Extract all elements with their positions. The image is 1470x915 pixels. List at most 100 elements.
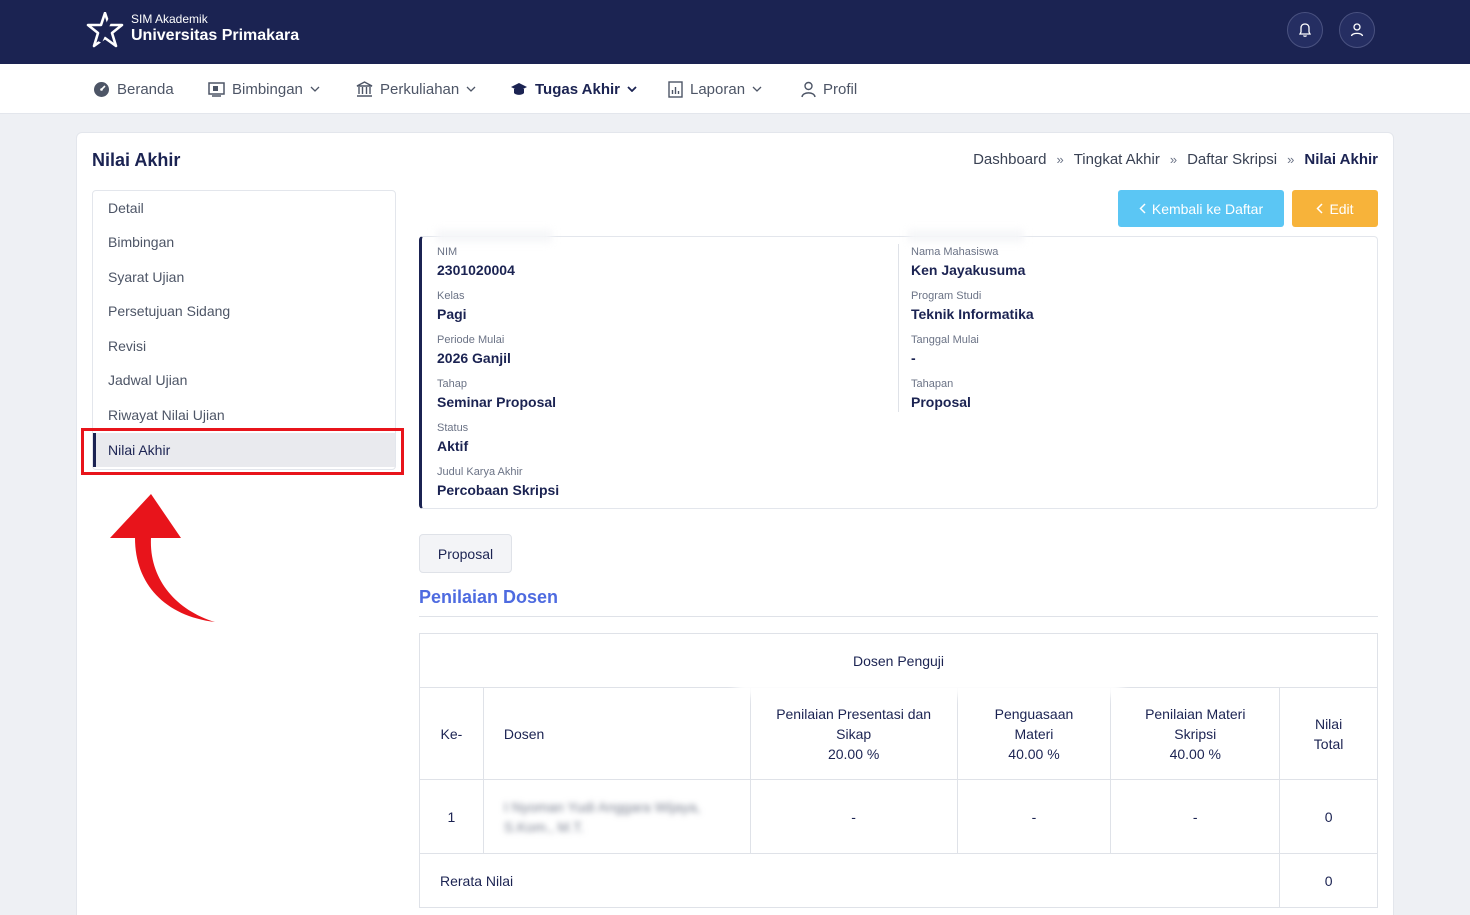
edit-button[interactable]: Edit [1292, 190, 1378, 227]
nav-label: Profil [823, 80, 858, 98]
periode-mulai-label: Periode Mulai [437, 334, 505, 346]
nama-mahasiswa-label: Nama Mahasiswa [911, 246, 999, 258]
breadcrumb-separator: » [1287, 152, 1295, 167]
user-icon [1350, 23, 1364, 37]
tab-proposal[interactable]: Proposal [419, 534, 512, 573]
table-footer-row: Rerata Nilai 0 [418, 853, 1378, 908]
periode-mulai-value: 2026 Ganjil [437, 350, 511, 366]
col-dosen: Dosen [482, 687, 751, 780]
tahapan-label: Tahapan [911, 378, 954, 390]
nav-profil[interactable]: Profil [801, 64, 857, 114]
grades-table: Dosen Penguji Ke- Dosen Penilaian Presen… [418, 633, 1378, 908]
edit-button-label: Edit [1329, 200, 1354, 217]
graduation-cap-icon [511, 82, 527, 95]
table-header-row: Ke- Dosen Penilaian Presentasi dan Sikap… [419, 687, 1378, 780]
cell-ke: 1 [419, 779, 484, 854]
annotation-highlight-box [81, 428, 404, 475]
blur-region [908, 230, 1024, 242]
blur-region [736, 680, 1122, 696]
bell-icon [1298, 23, 1312, 37]
tahap-label: Tahap [437, 378, 467, 390]
nav-beranda[interactable]: Beranda [93, 64, 174, 114]
cell-presentasi: - [749, 779, 958, 854]
annotation-arrow-icon [110, 494, 215, 622]
side-item-syarat-ujian[interactable]: Syarat Ujian [93, 260, 395, 294]
col-total: Nilai Total [1279, 687, 1378, 780]
col-materi-weight: 40.00 % [1169, 745, 1221, 762]
nav-laporan[interactable]: Laporan [668, 64, 762, 114]
nim-label: NIM [437, 246, 458, 258]
chevron-left-icon [1139, 203, 1146, 214]
nav-label: Bimbingan [232, 80, 303, 98]
nama-mahasiswa-value: Ken Jayakusuma [911, 262, 1026, 278]
col-presentasi-weight: 20.00 % [827, 745, 880, 762]
status-label: Status [437, 422, 469, 434]
nav-label: Tugas Akhir [535, 80, 621, 98]
chevron-down-icon [466, 86, 476, 92]
rerata-label: Rerata Nilai [418, 853, 1281, 908]
col-materi-title: Penilaian Materi Skripsi [1145, 705, 1246, 742]
nav-label: Perkuliahan [380, 80, 460, 98]
cell-total: 0 [1279, 779, 1378, 854]
back-to-list-button[interactable]: Kembali ke Daftar [1118, 190, 1284, 227]
brand-subtitle: SIM Akademik [131, 12, 208, 26]
nav-label: Beranda [117, 80, 174, 98]
col-presentasi-title: Penilaian Presentasi dan Sikap [776, 705, 932, 742]
breadcrumb-separator: » [1056, 152, 1064, 167]
program-studi-label: Program Studi [911, 290, 982, 302]
breadcrumb-daftar-skripsi[interactable]: Daftar Skripsi [1187, 151, 1277, 168]
nav-bimbingan[interactable]: Bimbingan [208, 64, 320, 114]
section-divider [419, 616, 1378, 617]
back-button-label: Kembali ke Daftar [1151, 200, 1264, 217]
cell-materi: - [1110, 779, 1281, 854]
building-icon [356, 81, 373, 97]
rerata-value: 0 [1279, 853, 1378, 908]
page-title: Nilai Akhir [92, 150, 181, 170]
breadcrumb-dashboard[interactable]: Dashboard [973, 151, 1046, 168]
tanggal-mulai-label: Tanggal Mulai [911, 334, 979, 346]
side-item-riwayat-nilai-ujian[interactable]: Riwayat Nilai Ujian [93, 398, 395, 432]
kelas-value: Pagi [437, 306, 467, 322]
side-item-jadwal-ujian[interactable]: Jadwal Ujian [93, 363, 395, 397]
col-penguasaan: Penguasaan Materi 40.00 % [956, 687, 1112, 780]
kelas-label: Kelas [437, 290, 465, 302]
side-item-detail[interactable]: Detail [93, 191, 395, 225]
chevron-left-icon [1316, 203, 1323, 214]
board-icon [208, 81, 225, 97]
breadcrumb-separator: » [1169, 152, 1178, 167]
tahapan-value: Proposal [911, 394, 971, 410]
dosen-name-blurred: I Nyoman Yudi Anggara Wijaya, S.Kom., M.… [503, 798, 701, 835]
info-divider [898, 244, 899, 412]
main-nav: Beranda Bimbingan Perkuliahan Tugas Akhi… [0, 64, 1470, 114]
section-title: Penilaian Dosen [419, 587, 559, 607]
nim-value: 2301020004 [437, 262, 515, 278]
chevron-down-icon [310, 86, 320, 92]
nav-tugas-akhir[interactable]: Tugas Akhir [510, 64, 637, 114]
chevron-down-icon [752, 86, 762, 92]
table-row: 1 I Nyoman Yudi Anggara Wijaya, S.Kom., … [419, 779, 1378, 854]
breadcrumb-tingkat-akhir[interactable]: Tingkat Akhir [1074, 151, 1160, 168]
cell-dosen: I Nyoman Yudi Anggara Wijaya, S.Kom., M.… [482, 779, 751, 854]
col-total-title: Nilai Total [1313, 715, 1344, 752]
user-menu-button[interactable] [1339, 12, 1375, 48]
col-presentasi: Penilaian Presentasi dan Sikap 20.00 % [749, 687, 958, 780]
brand-name: Universitas Primakara [131, 27, 300, 44]
dashboard-icon [94, 81, 109, 97]
cell-penguasaan: - [956, 779, 1112, 854]
nav-perkuliahan[interactable]: Perkuliahan [356, 64, 476, 114]
breadcrumb: Dashboard » Tingkat Akhir » Daftar Skrip… [973, 151, 1378, 168]
breadcrumb-current: Nilai Akhir [1304, 151, 1378, 168]
col-materi: Penilaian Materi Skripsi 40.00 % [1110, 687, 1281, 780]
status-value: Aktif [437, 438, 469, 454]
top-header: SIM Akademik Universitas Primakara [0, 0, 1470, 64]
tanggal-mulai-value: - [911, 350, 916, 366]
side-item-revisi[interactable]: Revisi [93, 329, 395, 363]
blur-region [436, 230, 552, 242]
side-item-persetujuan-sidang[interactable]: Persetujuan Sidang [93, 294, 395, 328]
judul-label: Judul Karya Akhir [437, 466, 523, 478]
side-item-bimbingan[interactable]: Bimbingan [93, 225, 395, 259]
col-ke: Ke- [419, 687, 484, 780]
notification-button[interactable] [1287, 12, 1323, 48]
user-icon [801, 81, 816, 97]
nav-label: Laporan [690, 80, 746, 98]
